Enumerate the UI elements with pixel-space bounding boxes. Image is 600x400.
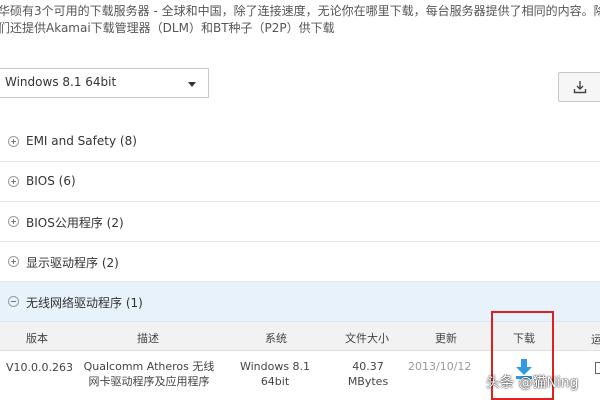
section-label: EMI and Safety (8) [26, 134, 137, 148]
expand-plus-icon[interactable] [8, 136, 19, 147]
row-extra-partial [595, 362, 600, 374]
section-label: BIOS (6) [26, 174, 76, 188]
download-tray-icon [573, 81, 587, 94]
section-display-driver[interactable]: 显示驱动程序 (2) [0, 242, 600, 282]
expand-plus-icon[interactable] [8, 176, 19, 187]
watermark: 头条 @猫Ning [486, 375, 579, 391]
section-bios-utilities[interactable]: BIOS公用程序 (2) [0, 202, 600, 242]
col-file-size: 文件大小 [345, 332, 389, 345]
section-label: 无线网络驱动程序 (1) [26, 296, 143, 310]
driver-category-list: EMI and Safety (8) BIOS (6) BIOS公用程序 (2)… [0, 122, 600, 322]
col-extra-partial: 运 [591, 333, 600, 346]
section-label: 显示驱动程序 (2) [26, 256, 119, 270]
intro-line-1: 华硕有3个可用的下载服务器 - 全球和中国，除了连接速度，无论你在哪里下载，每台… [0, 4, 600, 18]
row-system: Windows 8.1 64bit [239, 360, 311, 388]
row-file-size: 40.37 MBytes [347, 360, 389, 388]
col-system: 系统 [265, 332, 287, 345]
section-bios[interactable]: BIOS (6) [0, 162, 600, 202]
download-all-button[interactable] [558, 72, 600, 102]
col-updated: 更新 [435, 332, 457, 345]
expand-plus-icon[interactable] [8, 216, 19, 227]
row-version: V10.0.0.263 [6, 361, 74, 374]
row-description: Qualcomm Atheros 无线 网卡驱动程序及应用程序 [83, 360, 215, 388]
row-updated: 2013/10/12 [408, 360, 472, 373]
chevron-down-icon [188, 82, 196, 87]
col-description: 描述 [137, 332, 159, 345]
os-select-value: Windows 8.1 64bit [5, 75, 117, 89]
section-label: BIOS公用程序 (2) [26, 216, 124, 230]
col-version: 版本 [26, 332, 48, 345]
intro-text: 华硕有3个可用的下载服务器 - 全球和中国，除了连接速度，无论你在哪里下载，每台… [0, 3, 600, 37]
collapse-minus-icon[interactable] [8, 296, 19, 307]
os-select[interactable]: Windows 8.1 64bit [0, 68, 209, 98]
intro-line-2: 们还提供Akamai下载管理器（DLM）和BT种子（P2P）供下载 [0, 21, 335, 35]
section-emi-safety[interactable]: EMI and Safety (8) [0, 122, 600, 162]
expand-plus-icon[interactable] [8, 256, 19, 267]
